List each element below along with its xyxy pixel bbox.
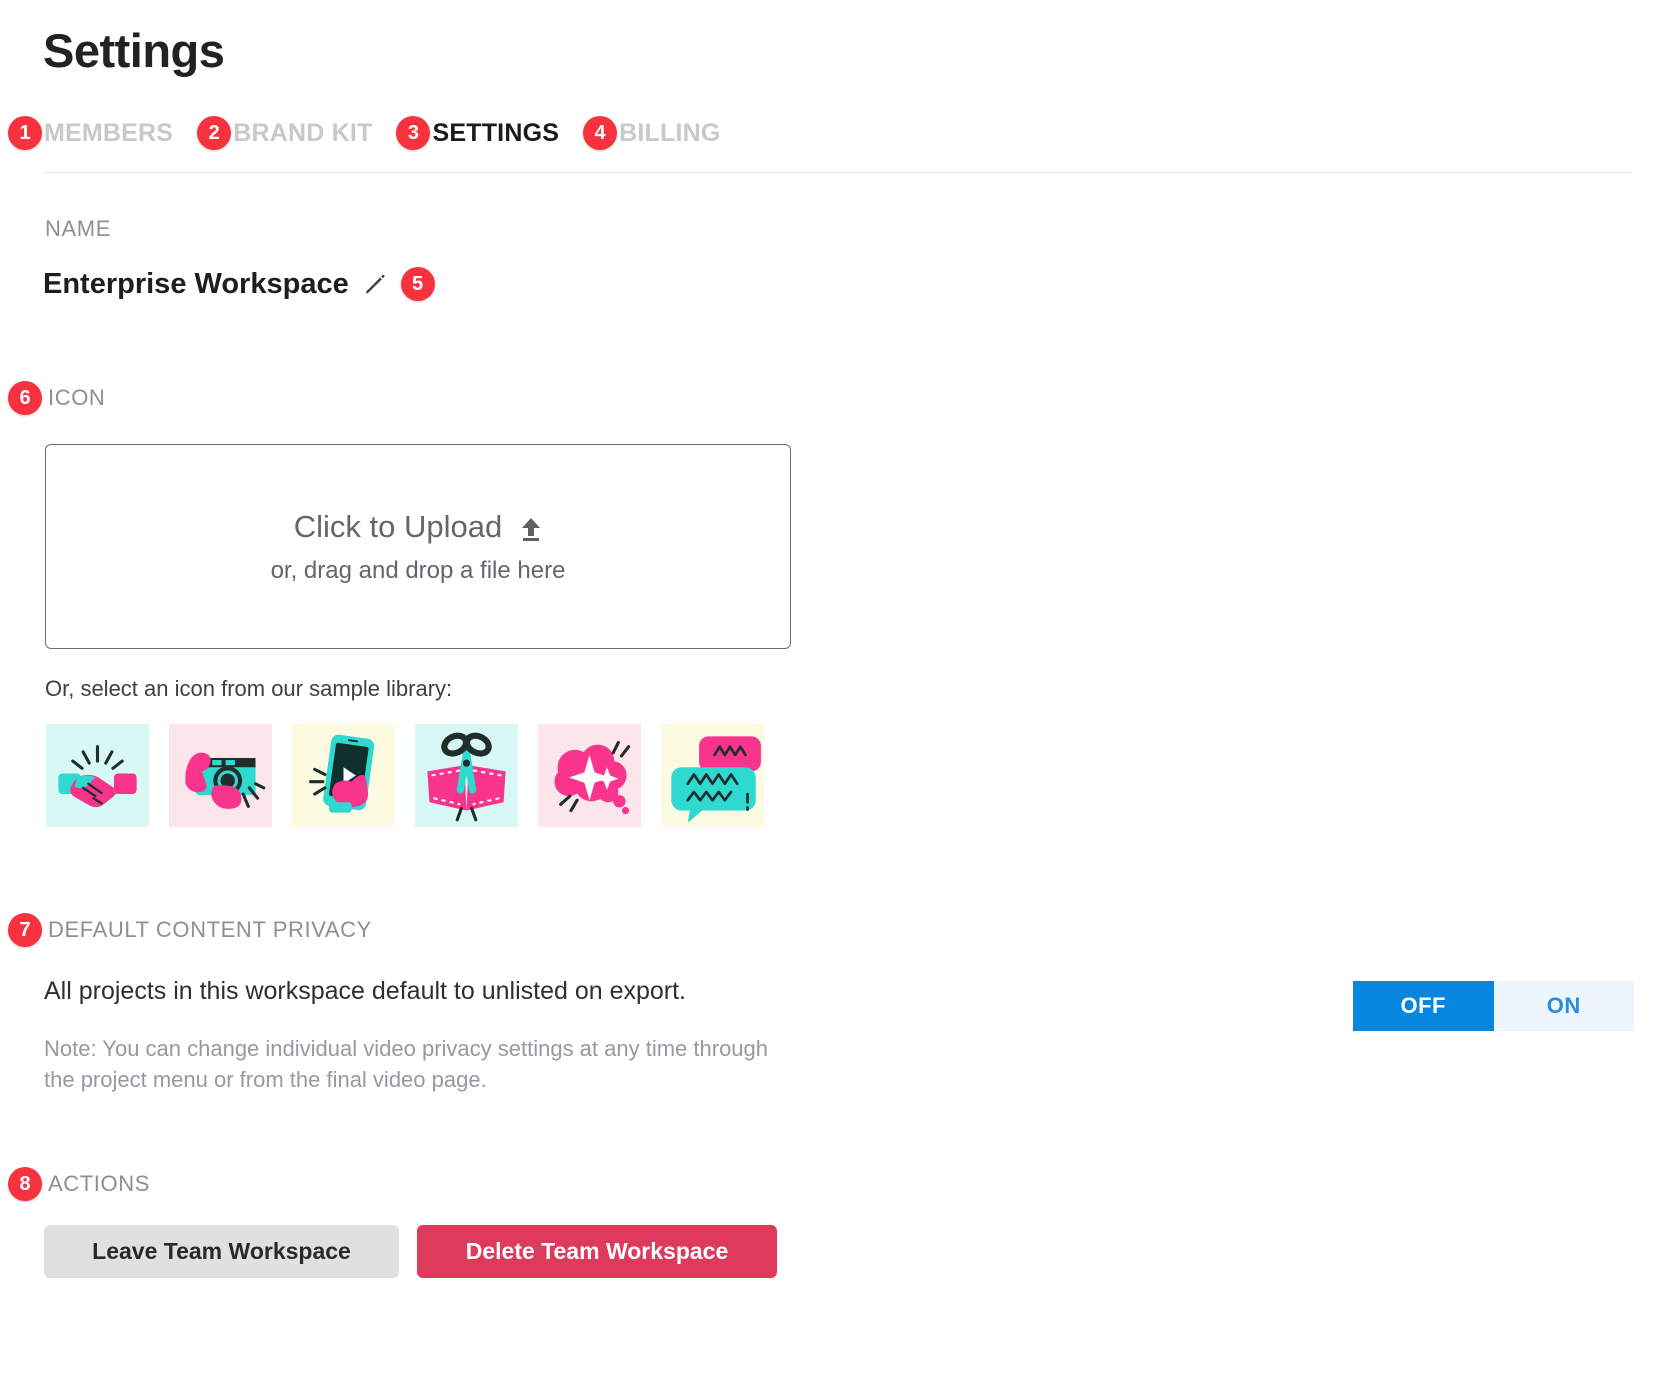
pencil-icon[interactable]	[363, 272, 387, 296]
leave-team-workspace-button[interactable]: Leave Team Workspace	[44, 1225, 399, 1278]
delete-team-workspace-button[interactable]: Delete Team Workspace	[417, 1225, 777, 1278]
icon-section-label: ICON	[48, 385, 106, 410]
page-title: Settings	[43, 24, 225, 77]
marker-5: 5	[400, 267, 435, 301]
actions-buttons: Leave Team Workspace Delete Team Workspa…	[44, 1225, 777, 1278]
camera-hands-icon[interactable]	[169, 724, 272, 827]
upload-arrow-icon	[520, 514, 542, 541]
tabs-divider	[43, 172, 1633, 173]
upload-secondary-text: or, drag and drop a file here	[270, 556, 566, 584]
actions-section-label: ACTIONS	[48, 1171, 150, 1196]
tab-billing[interactable]: 4 BILLING	[583, 116, 720, 150]
tab-members[interactable]: 1 MEMBERS	[8, 116, 173, 150]
marker-4: 4	[583, 116, 618, 150]
workspace-tabs: 1 MEMBERS 2 BRAND KIT 3 SETTINGS 4 BILLI…	[8, 116, 745, 150]
privacy-description: All projects in this workspace default t…	[44, 977, 687, 1005]
speech-bubbles-icon[interactable]	[661, 724, 764, 827]
marker-3: 3	[396, 116, 431, 150]
name-section-label: NAME	[45, 216, 111, 241]
marker-7: 7	[8, 913, 42, 947]
tab-brand-kit-label: BRAND KIT	[233, 118, 373, 147]
scissors-cut-icon[interactable]	[415, 724, 518, 827]
thought-bubble-sparkle-icon[interactable]	[538, 724, 641, 827]
marker-8: 8	[8, 1167, 42, 1201]
upload-primary-row: Click to Upload	[294, 509, 542, 545]
privacy-toggle[interactable]: OFF ON	[1353, 981, 1634, 1031]
actions-section-heading: 8 ACTIONS	[8, 1167, 150, 1201]
workspace-name-row: Enterprise Workspace 5	[43, 267, 435, 301]
upload-primary-text: Click to Upload	[293, 508, 503, 544]
icon-upload-dropzone[interactable]: Click to Upload or, drag and drop a file…	[45, 444, 791, 649]
workspace-name-value: Enterprise Workspace	[43, 267, 349, 300]
icon-section-heading: 6 ICON	[8, 381, 105, 415]
tab-settings[interactable]: 3 SETTINGS	[396, 116, 559, 150]
tab-members-label: MEMBERS	[44, 118, 174, 147]
marker-1: 1	[8, 116, 42, 150]
tab-brand-kit[interactable]: 2 BRAND KIT	[197, 116, 372, 150]
privacy-section-heading: 7 DEFAULT CONTENT PRIVACY	[8, 913, 372, 947]
privacy-toggle-on[interactable]: ON	[1493, 981, 1634, 1031]
sample-library-label: Or, select an icon from our sample libra…	[45, 676, 453, 701]
marker-6: 6	[8, 381, 42, 415]
tab-settings-label: SETTINGS	[432, 118, 560, 147]
tab-billing-label: BILLING	[619, 118, 721, 147]
privacy-section-label: DEFAULT CONTENT PRIVACY	[48, 917, 372, 942]
marker-2: 2	[197, 116, 232, 150]
phone-play-icon[interactable]	[292, 724, 395, 827]
handshake-icon[interactable]	[46, 724, 149, 827]
sample-icon-library	[46, 724, 764, 827]
privacy-toggle-off[interactable]: OFF	[1353, 981, 1494, 1031]
settings-page: Settings 1 MEMBERS 2 BRAND KIT 3 SETTING…	[0, 0, 1677, 1388]
privacy-note: Note: You can change individual video pr…	[44, 1036, 769, 1093]
